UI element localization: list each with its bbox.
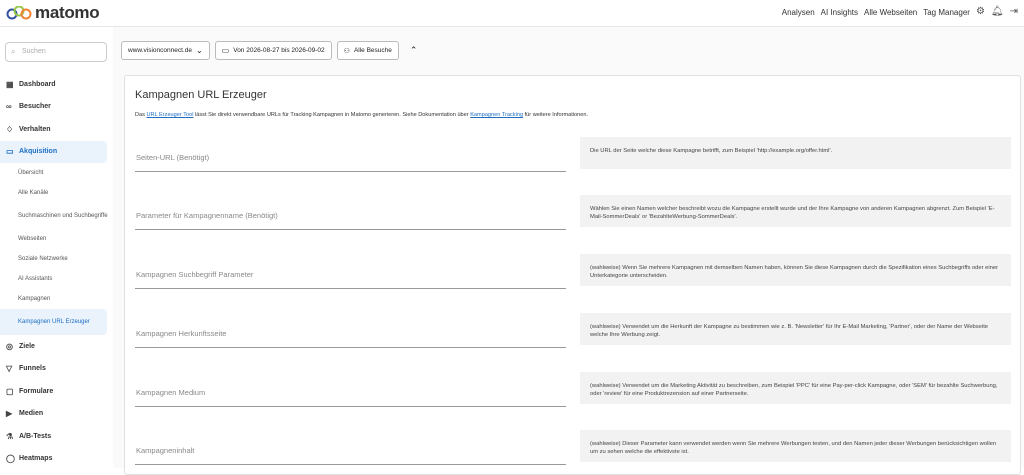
segment-icon: ⚇: [343, 47, 350, 55]
sidebar-item-funnels[interactable]: ▽ Funnels: [0, 358, 113, 381]
form-row-campaign-content: Kampagneninhalt (wahlweise) Dieser Param…: [135, 429, 1015, 465]
form-icon: ▢: [6, 386, 14, 396]
card-title: Kampagnen URL Erzeuger: [135, 89, 267, 101]
subnav-ai-assistants[interactable]: AI Assistants: [0, 269, 113, 289]
subnav-uebersicht[interactable]: Übersicht: [0, 163, 113, 183]
campaign-medium-help: (wahlweise) Verwendet um die Marketing A…: [580, 372, 1011, 404]
page-url-help: Die URL der Seite welche diese Kampagne …: [580, 137, 1011, 169]
period-selector-label: Von 2026-08-27 bis 2026-09-02: [233, 47, 325, 54]
form-row-campaign-keyword: Kampagnen Suchbegriff Parameter (wahlwei…: [135, 253, 1015, 289]
funnel-icon: ▽: [6, 364, 13, 374]
sidebar-item-label: Besucher: [19, 103, 51, 111]
media-icon: ▶: [6, 409, 13, 419]
campaign-source-field[interactable]: Kampagnen Herkunftsseite: [135, 312, 566, 348]
collapse-icon[interactable]: ⌃: [404, 41, 424, 60]
sidebar-item-label: A/B-Tests: [19, 432, 52, 440]
sidebar-item-verhalten[interactable]: ♢ Verhalten: [0, 118, 113, 141]
matomo-logo-icon: [6, 6, 32, 20]
topnav-ai-insights[interactable]: AI Insights: [821, 8, 858, 17]
sidebar-item-formulare[interactable]: ▢ Formulare: [0, 380, 113, 403]
campaign-url-builder-card: Kampagnen URL Erzeuger Das URL Erzeuger …: [124, 75, 1021, 475]
bell-icon: ♢: [6, 124, 14, 134]
form-row-campaign-name: Parameter für Kampagnenname (Benötigt) W…: [135, 194, 1015, 230]
subnav-soziale-netzwerke[interactable]: Soziale Netzwerke: [0, 249, 113, 269]
sidebar-item-label: Ziele: [19, 342, 35, 350]
topnav-tag-manager[interactable]: Tag Manager: [923, 8, 970, 17]
campaign-source-placeholder: Kampagnen Herkunftsseite: [136, 329, 227, 338]
topnav-analysen[interactable]: Analysen: [782, 8, 815, 17]
top-bar: matomo Analysen AI Insights Alle Webseit…: [0, 0, 1024, 27]
sidebar-item-label: Akquisition: [19, 148, 58, 156]
brand-name: matomo: [35, 3, 100, 22]
visitors-icon: ∞: [6, 102, 12, 112]
sidebar-item-label: Funnels: [19, 365, 46, 373]
campaign-content-placeholder: Kampagneninhalt: [136, 446, 195, 455]
sidebar-item-besucher[interactable]: ∞ Besucher: [0, 96, 113, 119]
site-selector[interactable]: www.visionconnect.de ⌄: [121, 41, 210, 60]
search-placeholder: Suchen: [22, 48, 46, 55]
url-builder-link[interactable]: URL Erzeuger Tool: [147, 112, 194, 118]
target-icon: ◎: [6, 341, 13, 351]
chevron-down-icon: ⌄: [195, 46, 203, 55]
search-icon: ⌕: [11, 47, 16, 56]
sidebar-nav: ▦ Dashboard ∞ Besucher ♢ Verhalten ▭ Akquisi…: [0, 73, 113, 470]
campaign-keyword-placeholder: Kampagnen Suchbegriff Parameter: [136, 270, 254, 279]
segment-selector-label: Alle Besuche: [353, 47, 392, 54]
campaign-name-field[interactable]: Parameter für Kampagnenname (Benötigt): [135, 194, 566, 230]
top-nav: Analysen AI Insights Alle Webseiten Tag …: [782, 7, 1018, 17]
calendar-icon: ▭: [221, 46, 230, 55]
subnav-suchmaschinen[interactable]: Suchmaschinen und Suchbegriffe: [0, 203, 113, 229]
toolbar: www.visionconnect.de ⌄ ▭ Von 2026-08-27 bi…: [121, 41, 423, 60]
main-content: www.visionconnect.de ⌄ ▭ Von 2026-08-27 bi…: [113, 27, 1024, 475]
sidebar-item-ziele[interactable]: ◎ Ziele: [0, 335, 113, 358]
campaign-tracking-link[interactable]: Kampagnen Tracking: [470, 112, 523, 118]
search-input[interactable]: ⌕ Suchen: [5, 42, 107, 62]
form-row-campaign-medium: Kampagnen Medium (wahlweise) Verwendet u…: [135, 371, 1015, 407]
gear-icon[interactable]: ⚙: [976, 7, 985, 17]
sidebar: ⌕ Suchen ▦ Dashboard ∞ Besucher ♢ Verhalten…: [0, 27, 113, 468]
flask-icon: ⚗: [6, 431, 14, 441]
sidebar-item-label: Dashboard: [19, 80, 56, 88]
matomo-logo[interactable]: matomo: [6, 3, 100, 23]
campaign-keyword-field[interactable]: Kampagnen Suchbegriff Parameter: [135, 253, 566, 289]
sidebar-item-label: Heatmaps: [19, 455, 53, 463]
sidebar-item-medien[interactable]: ▶ Medien: [0, 403, 113, 426]
segment-selector[interactable]: ⚇ Alle Besuche: [336, 41, 399, 60]
form-row-campaign-source: Kampagnen Herkunftsseite (wahlweise) Ver…: [135, 312, 1015, 348]
subnav-kampagnen[interactable]: Kampagnen: [0, 289, 113, 309]
sidebar-item-label: Medien: [19, 410, 44, 418]
site-selector-label: www.visionconnect.de: [128, 47, 192, 54]
campaign-source-help: (wahlweise) Verwendet um die Herkunft de…: [580, 313, 1011, 345]
subnav-webseiten[interactable]: Webseiten: [0, 229, 113, 249]
intro-text-3: für weitere Informationen.: [523, 112, 589, 118]
campaign-medium-field[interactable]: Kampagnen Medium: [135, 371, 566, 407]
topnav-alle-webseiten[interactable]: Alle Webseiten: [864, 8, 917, 17]
campaign-keyword-help: (wahlweise) Wenn Sie mehrere Kampagnen m…: [580, 254, 1011, 286]
sidebar-item-label: Verhalten: [19, 125, 51, 133]
acquisition-icon: ▭: [6, 147, 14, 157]
campaign-name-help: Wählen Sie einen Namen welcher beschreib…: [580, 195, 1011, 227]
sidebar-item-heatmaps[interactable]: ◯ Heatmaps: [0, 448, 113, 471]
page-url-placeholder: Seiten-URL (Benötigt): [136, 153, 210, 162]
logout-icon[interactable]: ⇥: [1010, 7, 1018, 17]
sidebar-item-dashboard[interactable]: ▦ Dashboard: [0, 73, 113, 96]
campaign-medium-placeholder: Kampagnen Medium: [136, 388, 206, 397]
intro-text-2: lässt Sie direkt verwendbare URLs für Tr…: [193, 112, 471, 118]
sidebar-item-label: Formulare: [19, 387, 54, 395]
form-row-page-url: Seiten-URL (Benötigt) Die URL der Seite …: [135, 136, 1015, 172]
sidebar-item-akquisition[interactable]: ▭ Akquisition: [0, 140, 107, 163]
dashboard-icon: ▦: [6, 79, 14, 89]
campaign-content-field[interactable]: Kampagneninhalt: [135, 429, 566, 465]
subnav-kampagnen-url-erzeuger[interactable]: Kampagnen URL Erzeuger: [0, 309, 107, 335]
period-selector[interactable]: ▭ Von 2026-08-27 bis 2026-09-02: [214, 41, 332, 60]
intro-text-1: Das: [135, 112, 147, 118]
subnav-alle-kanaele[interactable]: Alle Kanäle: [0, 183, 113, 203]
sidebar-item-ab-tests[interactable]: ⚗ A/B-Tests: [0, 425, 113, 448]
campaign-content-help: (wahlweise) Dieser Parameter kann verwen…: [580, 430, 1011, 462]
card-intro: Das URL Erzeuger Tool lässt Sie direkt v…: [135, 112, 588, 118]
bell-icon[interactable]: 🔔︎: [991, 7, 1004, 17]
page-url-field[interactable]: Seiten-URL (Benötigt): [135, 136, 566, 172]
campaign-name-placeholder: Parameter für Kampagnenname (Benötigt): [136, 211, 278, 220]
heatmap-icon: ◯: [6, 454, 15, 464]
